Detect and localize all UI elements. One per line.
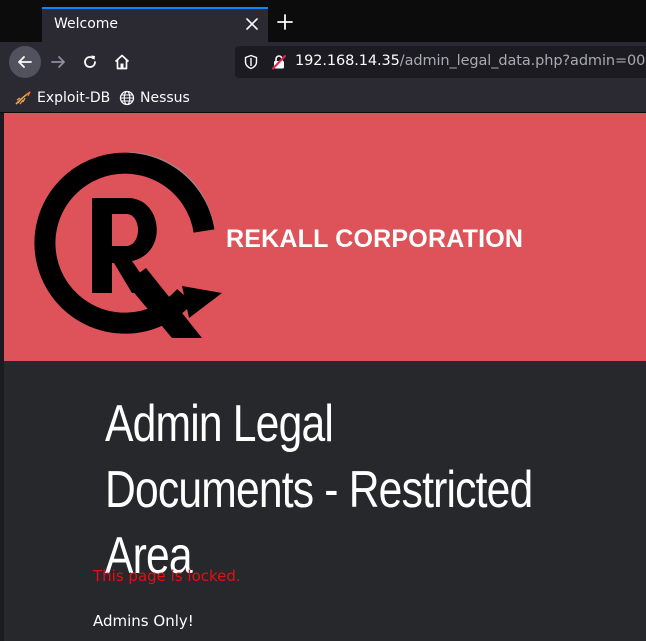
new-tab-plus-icon[interactable] bbox=[276, 13, 294, 31]
arrow-right-icon bbox=[51, 56, 65, 68]
arrow-left-icon bbox=[18, 56, 32, 68]
page-content: Admin Legal Documents - Restricted Area … bbox=[4, 361, 646, 641]
address-bar[interactable]: 192.168.14.35/admin_legal_data.php?admin… bbox=[235, 46, 646, 78]
tab-strip: Welcome bbox=[0, 0, 646, 42]
bookmark-nessus[interactable]: Nessus bbox=[119, 88, 190, 108]
admins-only-message: Admins Only! bbox=[93, 612, 194, 630]
back-button[interactable] bbox=[9, 46, 41, 78]
url-host: 192.168.14.35 bbox=[295, 53, 400, 69]
tab-title: Welcome bbox=[54, 16, 119, 32]
page-title: Admin Legal Documents - Restricted Area bbox=[105, 395, 533, 585]
locked-message: This page is locked. bbox=[93, 567, 241, 585]
bookmark-exploit-db[interactable]: Exploit-DB bbox=[14, 88, 110, 108]
reload-icon bbox=[84, 55, 96, 68]
exploit-db-icon bbox=[15, 91, 31, 105]
home-icon bbox=[114, 54, 130, 70]
url-path: /admin_legal_data.php?admin=001 bbox=[399, 53, 646, 69]
rekall-logo[interactable] bbox=[34, 143, 234, 338]
site-header-banner: REKALL CORPORATION bbox=[4, 113, 646, 361]
bookmark-label: Nessus bbox=[140, 90, 190, 106]
nav-toolbar: 192.168.14.35/admin_legal_data.php?admin… bbox=[0, 42, 646, 82]
shield-icon[interactable] bbox=[243, 54, 259, 70]
reload-button[interactable] bbox=[74, 46, 106, 78]
forward-button[interactable] bbox=[42, 46, 74, 78]
home-button[interactable] bbox=[106, 46, 138, 78]
url-text[interactable]: 192.168.14.35/admin_legal_data.php?admin… bbox=[295, 53, 646, 69]
insecure-lock-icon[interactable] bbox=[271, 54, 287, 70]
tab-welcome[interactable]: Welcome bbox=[42, 7, 268, 42]
globe-icon bbox=[119, 90, 135, 106]
bookmarks-toolbar: Exploit-DB Nessus bbox=[0, 82, 646, 112]
brand-name: REKALL CORPORATION bbox=[226, 225, 524, 253]
bookmark-label: Exploit-DB bbox=[37, 90, 111, 106]
close-icon[interactable] bbox=[244, 16, 260, 32]
